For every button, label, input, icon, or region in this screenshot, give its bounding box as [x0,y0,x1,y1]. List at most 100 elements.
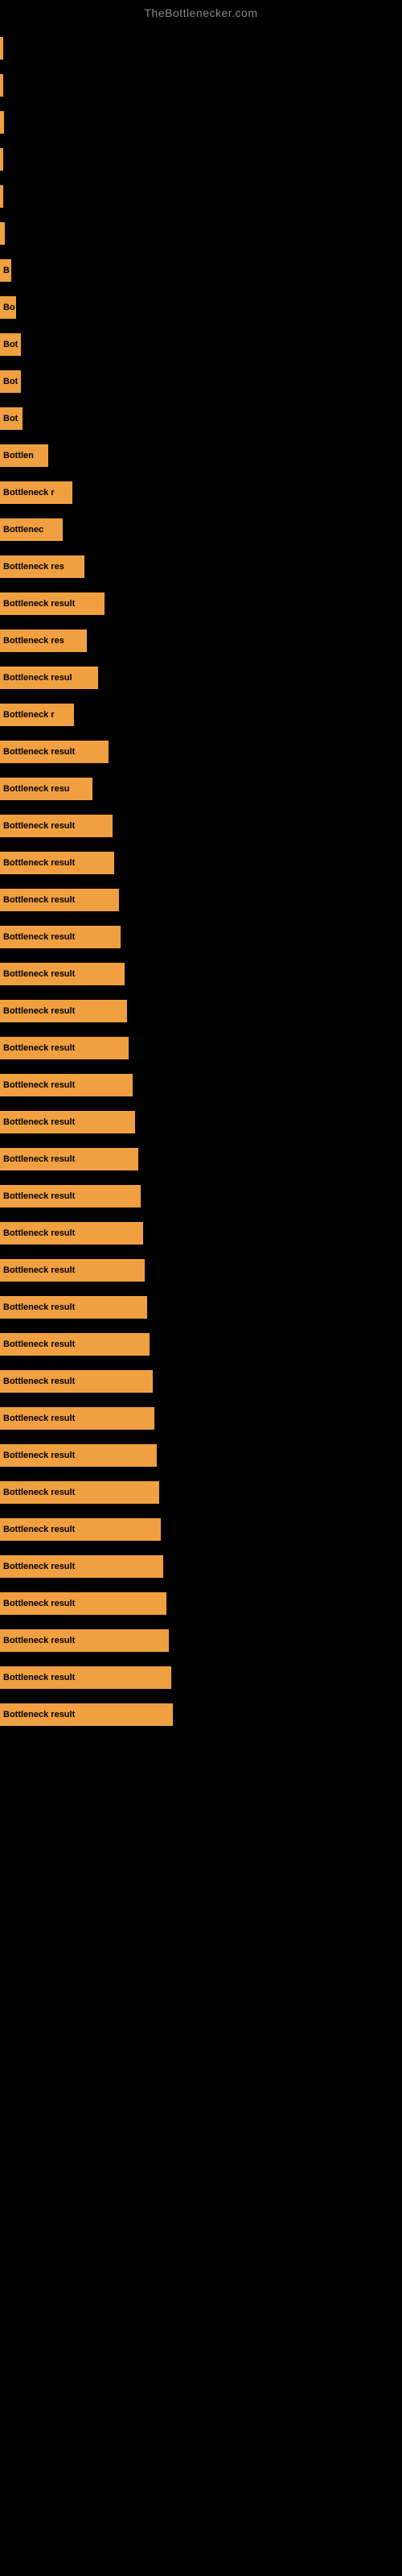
bar-label-10: Bot [3,414,18,423]
bar-label-40: Bottleneck result [3,1525,75,1534]
bar-20: Bottleneck resu [0,778,92,800]
bar-label-6: B [3,266,10,275]
bar-row: Bottleneck result [0,882,402,918]
bar-row: Bottleneck result [0,1586,402,1621]
bar-label-45: Bottleneck result [3,1710,75,1719]
bar-row: Bottleneck result [0,1660,402,1695]
bar-row: Bot [0,401,402,436]
bar-label-18: Bottleneck r [3,710,55,720]
bar-3 [0,148,3,171]
bar-26: Bottleneck result [0,1000,127,1022]
bar-2 [0,111,4,134]
bar-label-34: Bottleneck result [3,1302,75,1312]
bar-row: Bo [0,290,402,325]
bar-7: Bo [0,296,16,319]
bar-row: Bottleneck res [0,623,402,658]
bar-row [0,31,402,66]
bar-1 [0,74,3,97]
bar-31: Bottleneck result [0,1185,141,1208]
bar-37: Bottleneck result [0,1407,154,1430]
bar-label-33: Bottleneck result [3,1265,75,1275]
bar-17: Bottleneck resul [0,667,98,689]
bar-label-24: Bottleneck result [3,932,75,942]
bar-label-44: Bottleneck result [3,1673,75,1682]
bar-label-41: Bottleneck result [3,1562,75,1571]
bar-row: Bottleneck result [0,919,402,955]
bar-row: Bottleneck result [0,1253,402,1288]
bar-row: Bottleneck result [0,734,402,770]
bar-row [0,68,402,103]
bar-label-39: Bottleneck result [3,1488,75,1497]
bar-28: Bottleneck result [0,1074,133,1096]
bar-label-7: Bo [3,303,15,312]
bar-label-26: Bottleneck result [3,1006,75,1016]
bar-24: Bottleneck result [0,926,121,948]
bar-row [0,105,402,140]
bar-40: Bottleneck result [0,1518,161,1541]
bar-row: Bottleneck result [0,1549,402,1584]
bar-row: Bottleneck r [0,475,402,510]
bar-11: Bottlen [0,444,48,467]
bar-19: Bottleneck result [0,741,109,763]
bar-label-21: Bottleneck result [3,821,75,831]
bar-row: B [0,253,402,288]
bar-label-8: Bot [3,340,18,349]
bar-row: Bottlen [0,438,402,473]
bar-label-31: Bottleneck result [3,1191,75,1201]
bars-container: B Bo Bot Bot Bot Bottlen Bottleneck r Bottlenec… [0,23,402,1732]
bar-39: Bottleneck result [0,1481,159,1504]
bar-row: Bottleneck result [0,1512,402,1547]
bar-row: Bot [0,327,402,362]
bar-row: Bottleneck resu [0,771,402,807]
bar-43: Bottleneck result [0,1629,169,1652]
bar-row: Bottleneck result [0,1697,402,1732]
bar-row [0,142,402,177]
bar-label-30: Bottleneck result [3,1154,75,1164]
bar-4 [0,185,3,208]
bar-12: Bottleneck r [0,481,72,504]
bar-8: Bot [0,333,21,356]
bar-30: Bottleneck result [0,1148,138,1170]
bar-18: Bottleneck r [0,704,74,726]
bar-row: Bottleneck res [0,549,402,584]
bar-row: Bottleneck result [0,1141,402,1177]
bar-label-12: Bottleneck r [3,488,55,497]
bar-row: Bottleneck result [0,1475,402,1510]
bar-row: Bottleneck result [0,1030,402,1066]
bar-label-14: Bottleneck res [3,562,64,572]
bar-row: Bottleneck result [0,956,402,992]
bar-32: Bottleneck result [0,1222,143,1245]
bar-10: Bot [0,407,23,430]
bar-label-42: Bottleneck result [3,1599,75,1608]
bar-row: Bottleneck result [0,1179,402,1214]
bar-row: Bottleneck resul [0,660,402,696]
bar-9: Bot [0,370,21,393]
bar-row: Bottleneck result [0,808,402,844]
bar-0 [0,37,3,60]
bar-45: Bottleneck result [0,1703,173,1726]
bar-38: Bottleneck result [0,1444,157,1467]
bar-row: Bottleneck result [0,1327,402,1362]
bar-5 [0,222,5,245]
bar-35: Bottleneck result [0,1333,150,1356]
bar-15: Bottleneck result [0,592,105,615]
bar-23: Bottleneck result [0,889,119,911]
bar-label-19: Bottleneck result [3,747,75,757]
bar-33: Bottleneck result [0,1259,145,1282]
bar-13: Bottlenec [0,518,63,541]
bar-row: Bottleneck result [0,1216,402,1251]
bar-6: B [0,259,11,282]
bar-label-20: Bottleneck resu [3,784,70,794]
bar-row: Bottleneck result [0,845,402,881]
bar-label-16: Bottleneck res [3,636,64,646]
bar-36: Bottleneck result [0,1370,153,1393]
bar-27: Bottleneck result [0,1037,129,1059]
bar-25: Bottleneck result [0,963,125,985]
bar-29: Bottleneck result [0,1111,135,1133]
bar-row: Bottleneck result [0,1364,402,1399]
bar-label-23: Bottleneck result [3,895,75,905]
bar-row [0,216,402,251]
bar-14: Bottleneck res [0,555,84,578]
bar-34: Bottleneck result [0,1296,147,1319]
site-title: TheBottlenecker.com [0,0,402,23]
